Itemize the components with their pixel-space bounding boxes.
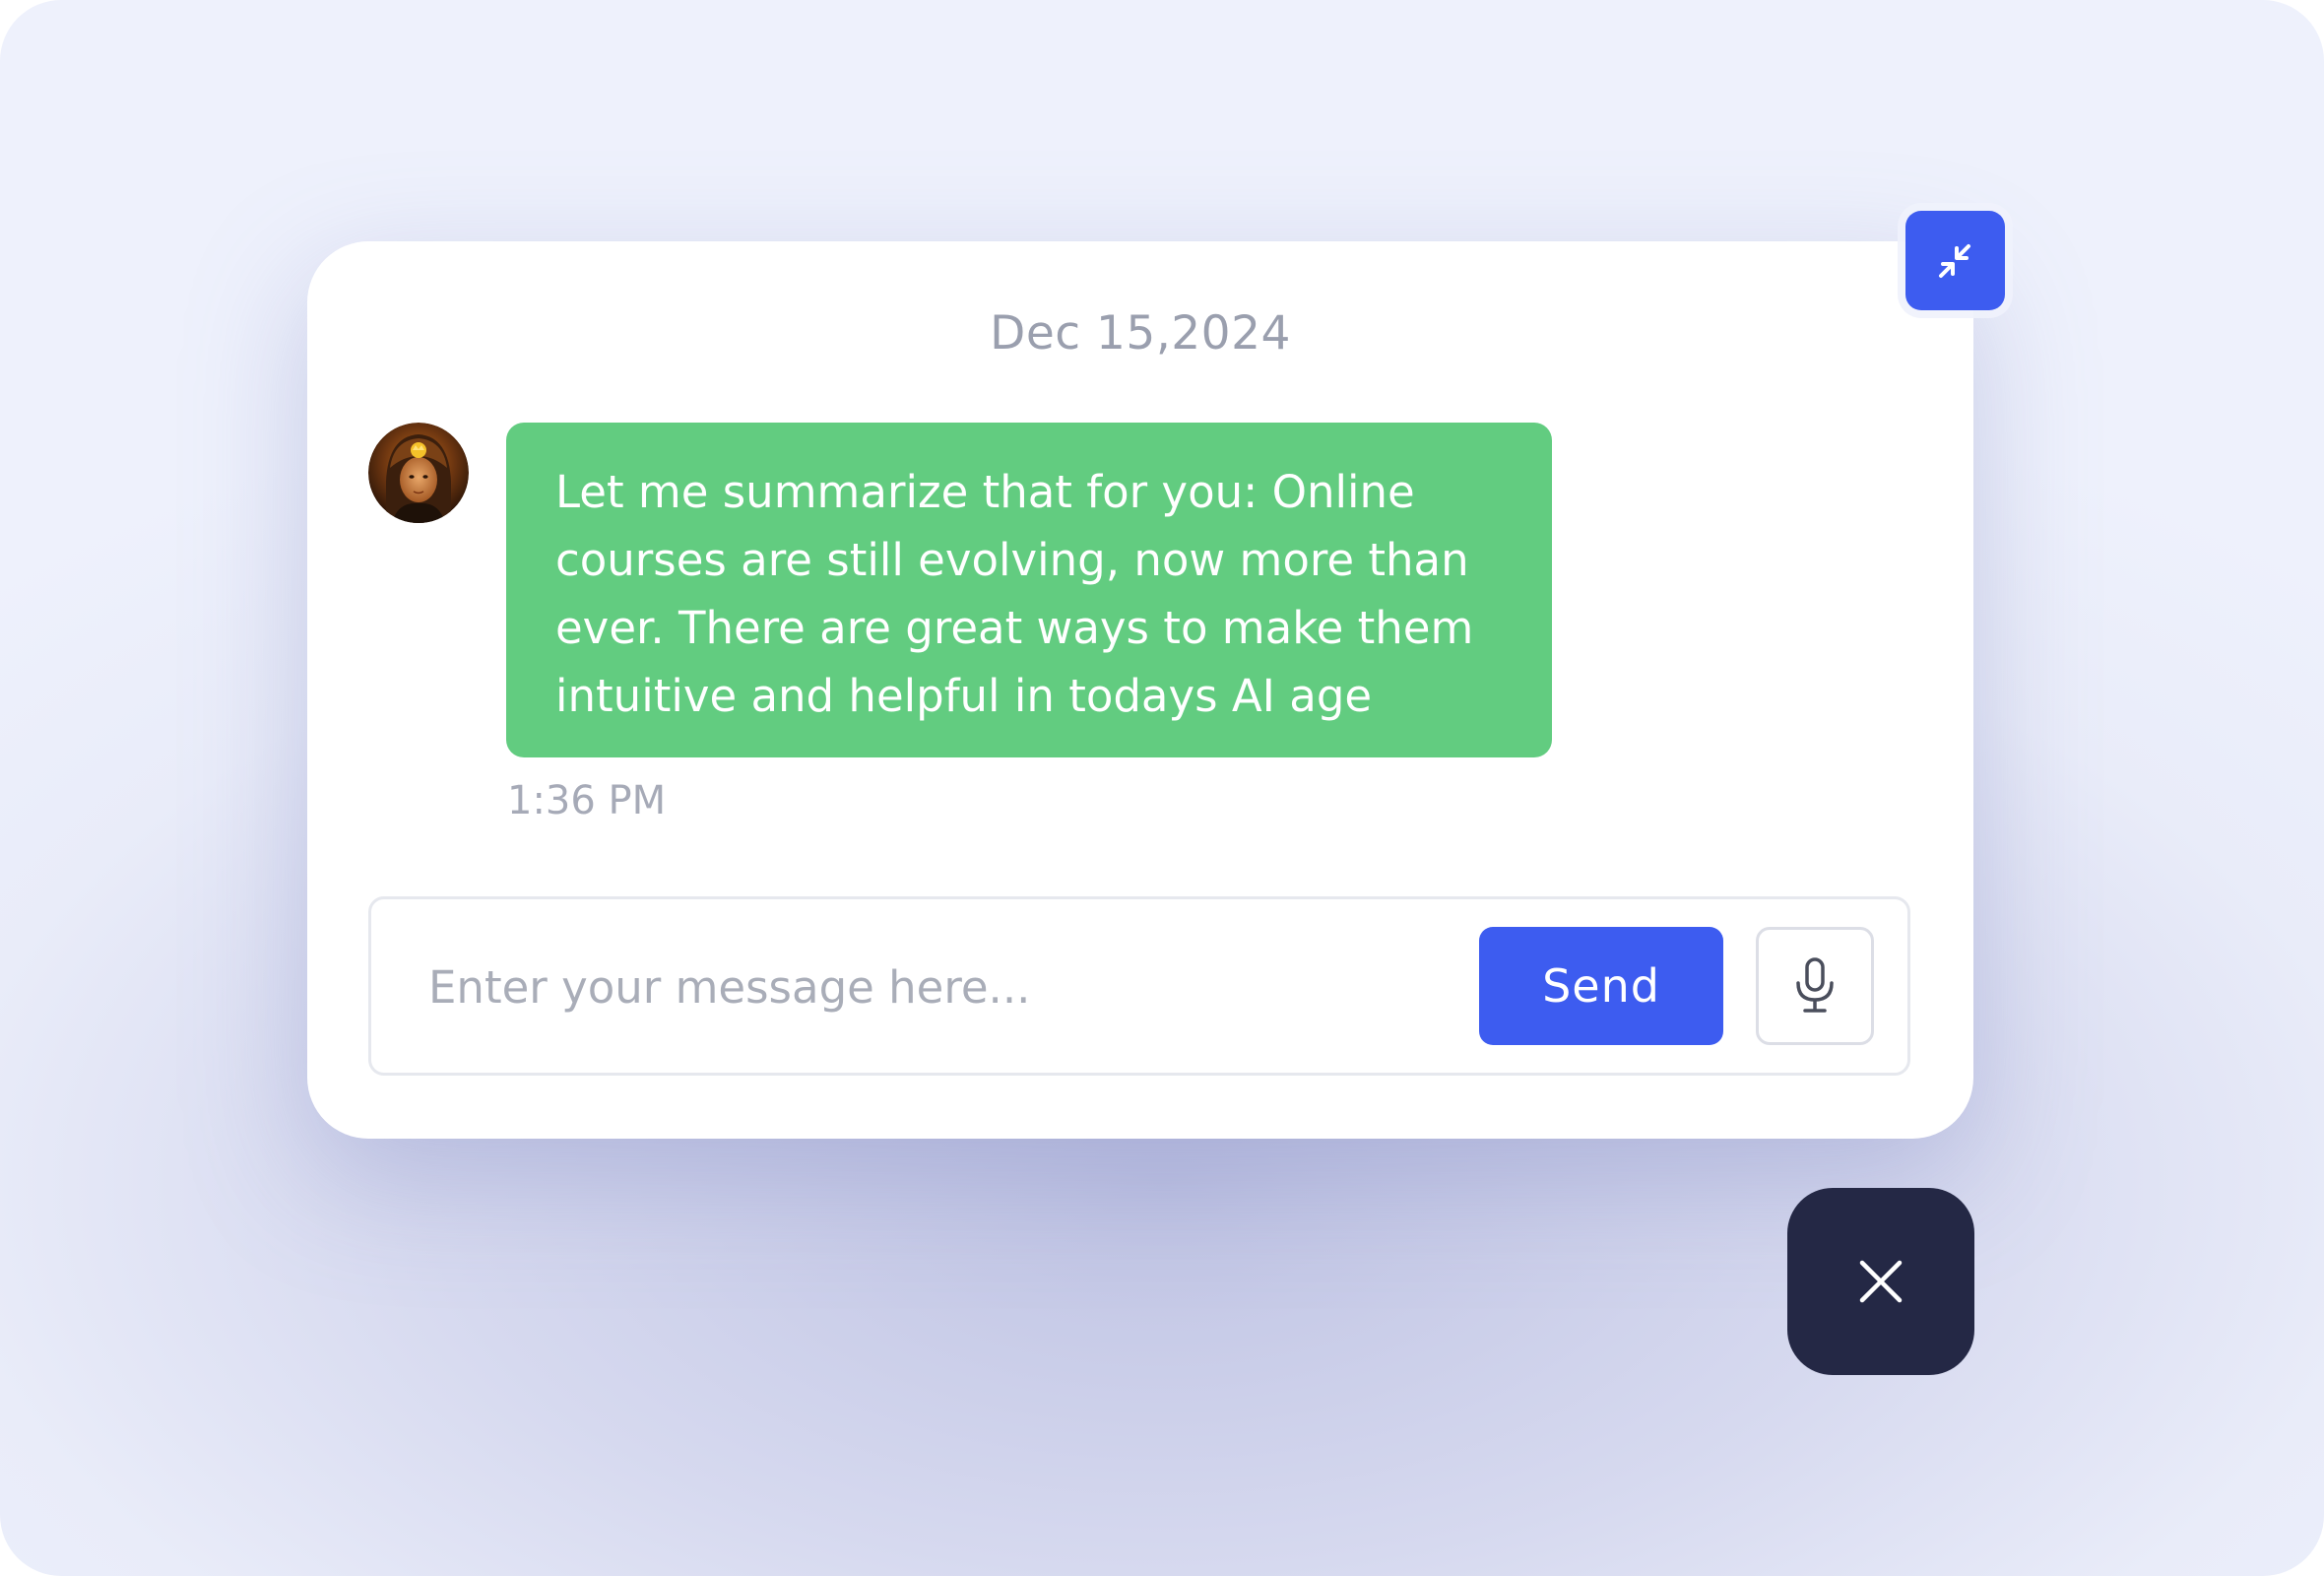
avatar-image <box>368 423 469 523</box>
minimize-button[interactable] <box>1905 211 2005 310</box>
microphone-icon <box>1796 957 1834 1013</box>
send-button[interactable]: Send <box>1479 927 1723 1045</box>
message-timestamp: 1:36 PM <box>507 778 667 823</box>
microphone-button[interactable] <box>1756 927 1874 1045</box>
message-composer: Send <box>368 896 1910 1076</box>
app-background: Dec 15,2024 Let me summarize that for yo… <box>0 0 2324 1576</box>
assistant-avatar <box>368 423 469 523</box>
assistant-message-bubble: Let me summarize that for you: Online co… <box>506 423 1552 757</box>
conversation-date: Dec 15,2024 <box>990 306 1291 361</box>
close-icon <box>1859 1260 1903 1303</box>
chat-window: Dec 15,2024 Let me summarize that for yo… <box>307 241 1973 1139</box>
close-chat-button[interactable] <box>1787 1188 1974 1375</box>
message-input[interactable] <box>428 952 1413 1021</box>
minimize-arrows-icon <box>1938 243 1970 278</box>
